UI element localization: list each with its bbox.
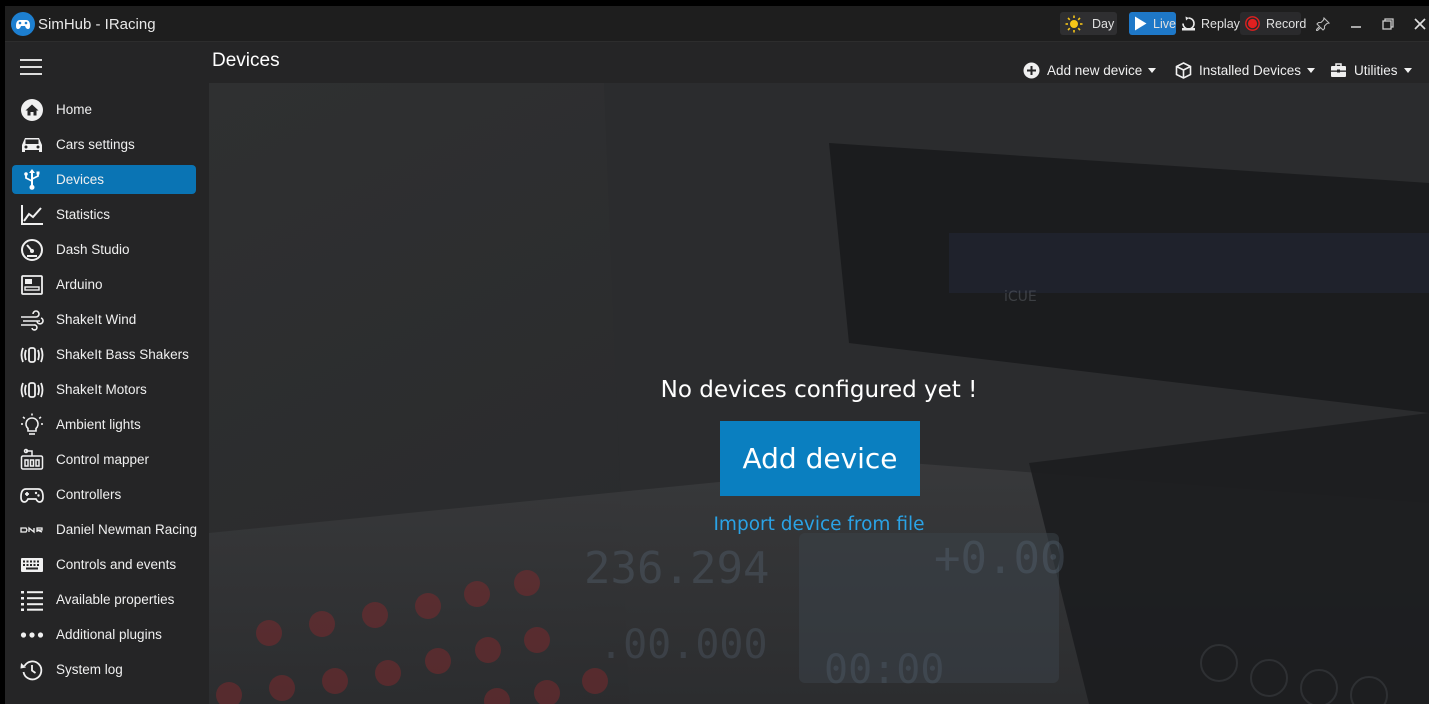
utilities-label: Utilities [1354,62,1398,78]
simhub-logo-icon [10,11,36,37]
toolbox-icon [1330,62,1347,79]
hamburger-menu-icon[interactable] [20,58,44,76]
sidebar-item-label: Home [56,102,93,117]
sidebar-item-shakeit-bass-shakers[interactable]: ShakeIt Bass Shakers [12,340,196,369]
sidebar-item-controllers[interactable]: Controllers [12,480,196,509]
sidebar-item-label: Cars settings [56,137,135,152]
sidebar-item-arduino[interactable]: Arduino [12,270,196,299]
record-label: Record [1266,16,1307,31]
sidebar-item-ambient-lights[interactable]: Ambient lights [12,410,196,439]
sidebar-item-label: Controls and events [56,557,177,572]
live-button[interactable]: Live [1129,12,1176,35]
record-button[interactable]: Record [1240,12,1306,35]
control-mapper-icon [20,448,44,472]
svg-text:.00.000: .00.000 [599,622,768,668]
restore-icon[interactable] [1378,14,1398,34]
sidebar-item-label: Controllers [56,487,122,502]
car-icon [20,133,44,157]
sidebar-item-label: Additional plugins [56,627,162,642]
page-title: Devices [212,50,280,71]
svg-text:iCUE: iCUE [1004,289,1037,305]
sidebar-item-label: Available properties [56,592,175,607]
dnr-logo-icon [20,518,44,542]
sidebar-item-label: ShakeIt Bass Shakers [56,347,189,362]
sidebar-item-shakeit-wind[interactable]: ShakeIt Wind [12,305,196,334]
sidebar-item-available-properties[interactable]: Available properties [12,585,196,614]
title-bar: SimHub - IRacing Day Live Replay Record [5,6,1429,42]
chevron-down-icon [1148,67,1157,73]
day-label: Day [1092,16,1115,31]
devices-content-area: 236.294 .00.000 +0.00 00:00 iCUE No devi… [209,83,1429,704]
box-icon [1175,61,1192,79]
sidebar-item-label: ShakeIt Wind [56,312,137,327]
usb-icon [20,168,44,192]
sidebar-item-devices[interactable]: Devices [12,165,196,194]
sidebar-item-control-mapper[interactable]: Control mapper [12,445,196,474]
chevron-down-icon [1403,67,1412,73]
empty-state-message: No devices configured yet ! [660,377,978,403]
replay-button[interactable]: Replay [1179,12,1240,35]
sidebar-item-label: Dash Studio [56,242,130,257]
gauge-icon [20,238,44,262]
lightbulb-icon [20,413,44,437]
add-device-button[interactable]: Add device [720,421,920,496]
home-icon [20,98,44,122]
play-icon [1134,16,1147,31]
sidebar-item-label: Arduino [56,277,103,292]
installed-devices-menu[interactable]: Installed Devices [1175,59,1316,81]
sidebar-item-shakeit-motors[interactable]: ShakeIt Motors [12,375,196,404]
sidebar-item-dash-studio[interactable]: Dash Studio [12,235,196,264]
installed-devices-label: Installed Devices [1199,62,1302,78]
sidebar-item-controls-and-events[interactable]: Controls and events [12,550,196,579]
more-dots-icon [20,623,44,647]
utilities-menu[interactable]: Utilities [1330,59,1412,81]
sidebar-item-label: Daniel Newman Racing [56,522,198,537]
main-header: Devices Add new device Installed Devices… [205,42,1429,82]
wind-icon [20,308,44,332]
vibration-icon [20,378,44,402]
vibration-icon [20,343,44,367]
replay-label: Replay [1201,16,1240,31]
sidebar: Home Cars settings Devices Statistics Da [5,42,205,704]
sidebar-item-label: Devices [56,172,105,187]
import-device-link[interactable]: Import device from file [209,514,1429,535]
arduino-icon [20,273,44,297]
sidebar-item-cars-settings[interactable]: Cars settings [12,130,196,159]
svg-text:+0.00: +0.00 [934,533,1066,584]
keyboard-icon [20,553,44,577]
sidebar-item-home[interactable]: Home [12,95,196,124]
close-icon[interactable] [1410,14,1429,34]
add-new-device-label: Add new device [1047,62,1143,78]
chart-line-icon [20,203,44,227]
svg-text:00:00: 00:00 [824,647,944,693]
sidebar-item-statistics[interactable]: Statistics [12,200,196,229]
sidebar-item-label: ShakeIt Motors [56,382,147,397]
replay-icon [1181,16,1196,31]
sun-icon [1065,15,1083,33]
pin-icon[interactable] [1313,14,1333,34]
minimize-icon[interactable] [1346,14,1366,34]
history-icon [20,658,44,682]
sidebar-item-label: Control mapper [56,452,150,467]
record-icon [1245,16,1260,31]
sidebar-item-daniel-newman-racing[interactable]: Daniel Newman Racing [12,515,198,544]
sidebar-item-additional-plugins[interactable]: Additional plugins [12,620,196,649]
sidebar-item-system-log[interactable]: System log [12,655,196,684]
app-window: SimHub - IRacing Day Live Replay Record … [5,6,1429,704]
add-new-device-menu[interactable]: Add new device [1023,59,1157,81]
gamepad-icon [20,483,44,507]
day-mode-button[interactable]: Day [1060,12,1117,35]
sidebar-item-label: Ambient lights [56,417,141,432]
plus-circle-icon [1023,62,1040,79]
sidebar-item-label: Statistics [56,207,111,222]
sidebar-item-label: System log [56,662,123,677]
svg-text:236.294: 236.294 [584,543,769,594]
list-icon [20,588,44,612]
window-title: SimHub - IRacing [38,16,156,33]
live-label: Live [1153,16,1176,31]
chevron-down-icon [1307,67,1316,73]
